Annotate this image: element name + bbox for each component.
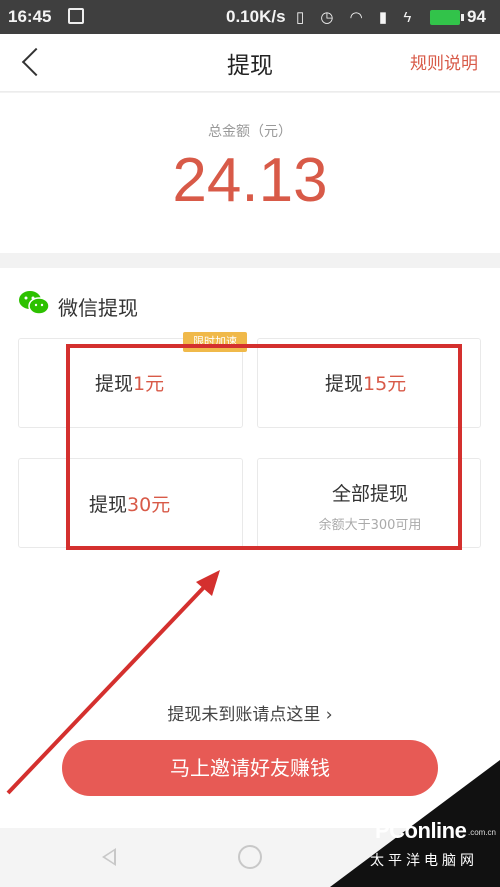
nav-home-icon[interactable] [238, 845, 262, 869]
withdraw-help-link[interactable]: 提现未到账请点这里 › [0, 700, 500, 725]
promo-badge: 限时加速 [183, 332, 247, 352]
withdraw-option-1-prefix: 提现 [95, 373, 134, 395]
network-speed: 0.10K/s [226, 7, 286, 26]
balance-section: 总金额（元） 24.13 [0, 93, 500, 253]
wechat-icon [19, 291, 50, 315]
withdraw-option-15[interactable]: 提现15元 [257, 338, 481, 428]
nav-bar: 提现 规则说明 [0, 34, 500, 92]
nav-back-icon[interactable] [102, 848, 116, 866]
battery-level: 94 [467, 7, 486, 26]
withdraw-option-30-text: 提现30元 [89, 490, 170, 517]
battery-icon [430, 10, 464, 25]
invite-friends-button[interactable]: 马上邀请好友赚钱 [62, 740, 438, 796]
withdraw-option-1-text: 提现1元 [95, 369, 164, 396]
withdraw-option-30-amount: 30元 [127, 494, 171, 516]
withdraw-all-label: 全部提现 [331, 483, 408, 505]
wechat-withdraw-title: 微信提现 [58, 296, 138, 320]
notification-icon [68, 8, 84, 24]
withdraw-option-15-prefix: 提现 [325, 373, 364, 395]
withdraw-option-30-prefix: 提现 [89, 494, 128, 516]
withdraw-option-1-amount: 1元 [133, 373, 165, 395]
system-icons: ▯ ◷ ◠ ▮ ϟ [296, 9, 418, 26]
withdraw-all-note: 余额大于300可用 [318, 518, 422, 533]
balance-value: 24.13 [172, 146, 328, 215]
rules-link[interactable]: 规则说明 [410, 49, 478, 74]
wechat-withdraw-section: 微信提现 提现1元 提现15元 提现30元 全部提现 余额大于300可用 限时加… [0, 268, 500, 828]
status-time: 16:45 [8, 7, 52, 26]
android-nav-bar [0, 828, 500, 887]
balance-label: 总金额（元） [208, 124, 292, 140]
status-bar: 16:45 0.10K/s ▯ ◷ ◠ ▮ ϟ 94 [0, 0, 500, 34]
withdraw-option-15-amount: 15元 [363, 373, 407, 395]
withdraw-option-all[interactable]: 全部提现 余额大于300可用 [257, 458, 481, 548]
withdraw-option-30[interactable]: 提现30元 [18, 458, 243, 548]
withdraw-option-15-text: 提现15元 [325, 369, 406, 396]
